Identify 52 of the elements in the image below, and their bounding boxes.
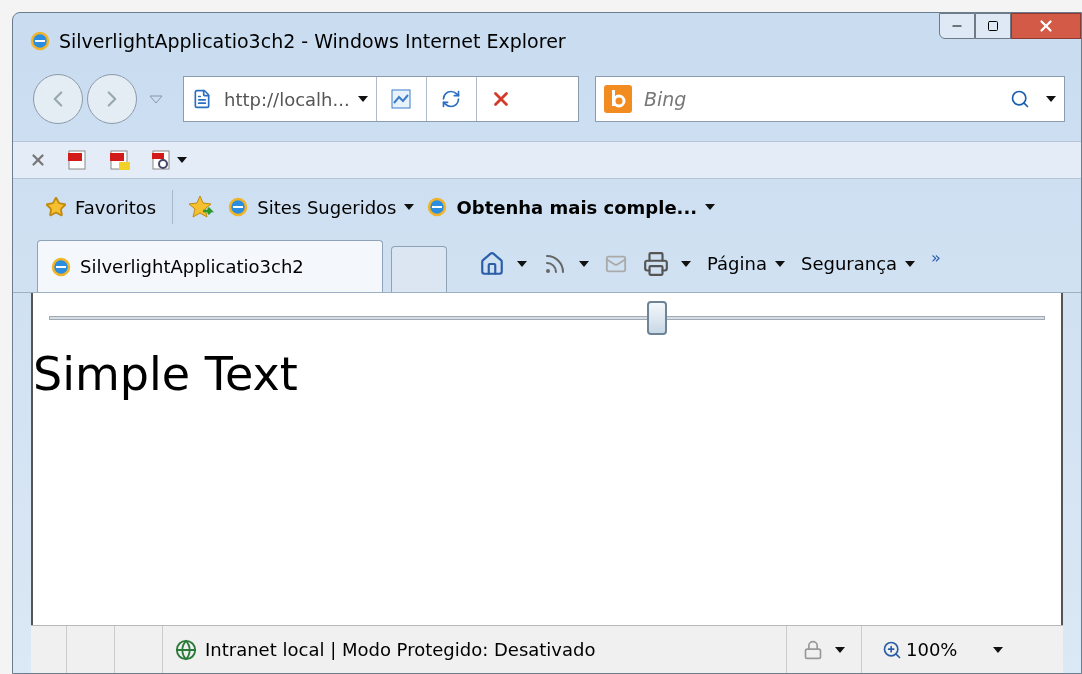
close-toolbar-icon[interactable] <box>29 151 47 169</box>
star-icon <box>45 196 67 218</box>
maximize-button[interactable] <box>975 13 1011 39</box>
toolbar-overflow-button[interactable]: » <box>931 246 941 270</box>
slider-thumb[interactable] <box>646 301 667 335</box>
browser-logo-icon <box>50 255 72 278</box>
home-icon[interactable] <box>479 250 505 277</box>
print-icon[interactable] <box>643 250 669 277</box>
browser-logo-icon <box>227 196 250 218</box>
search-provider-icon <box>604 85 632 113</box>
command-menu[interactable]: Página <box>707 250 785 277</box>
pdf-icon[interactable] <box>67 149 89 171</box>
refresh-icon[interactable] <box>441 89 462 109</box>
caret-icon[interactable] <box>579 260 589 267</box>
page-icon <box>192 89 212 109</box>
security-zone-status: Intranet local | Modo Protegido: Desativado <box>205 638 596 662</box>
zoom-button[interactable]: 100% <box>862 626 1004 673</box>
favorites-link[interactable]: Sites Sugeridos <box>227 193 415 221</box>
pdf-settings-icon[interactable] <box>151 149 173 171</box>
address-field[interactable]: http://localh... <box>224 85 350 113</box>
caret-icon[interactable] <box>835 646 845 653</box>
address-caret-icon[interactable] <box>357 96 368 102</box>
caret-icon[interactable] <box>993 646 1004 653</box>
caret-icon[interactable] <box>774 260 785 267</box>
intranet-zone-icon <box>175 638 197 661</box>
browser-tab[interactable]: SilverlightApplicatio3ch2 <box>37 240 383 292</box>
browser-logo-icon <box>29 30 51 52</box>
caret-icon[interactable] <box>404 204 415 210</box>
slider[interactable] <box>49 301 1045 335</box>
caret-icon[interactable] <box>1046 96 1056 102</box>
caret-icon[interactable] <box>681 260 691 267</box>
close-icon <box>1037 17 1055 35</box>
compatibility-view-icon[interactable] <box>390 88 413 110</box>
caret-icon[interactable] <box>905 260 916 267</box>
browser-logo-icon <box>426 196 449 218</box>
minimize-button[interactable] <box>939 13 975 39</box>
favorites-link[interactable]: Obtenha mais comple... <box>426 193 716 221</box>
caret-icon[interactable] <box>177 157 187 163</box>
maximize-icon <box>987 20 999 32</box>
search-icon[interactable] <box>1010 89 1030 109</box>
caret-icon[interactable] <box>705 204 716 210</box>
favorites-button[interactable]: Favoritos <box>45 193 157 221</box>
pdf-mail-icon[interactable] <box>109 149 131 171</box>
command-menu[interactable]: Segurança <box>800 250 916 277</box>
zoom-icon <box>882 639 902 660</box>
search-input[interactable]: Bing <box>644 84 1010 114</box>
window-title: SilverlightApplicatio3ch2 - Windows Internet Explorer <box>59 28 566 54</box>
address-bar[interactable]: http://localh... <box>183 76 579 122</box>
caret-icon[interactable] <box>517 260 527 267</box>
add-favorite-icon[interactable] <box>189 195 216 219</box>
search-field[interactable]: Bing <box>595 76 1065 122</box>
close-button[interactable] <box>1011 13 1081 39</box>
